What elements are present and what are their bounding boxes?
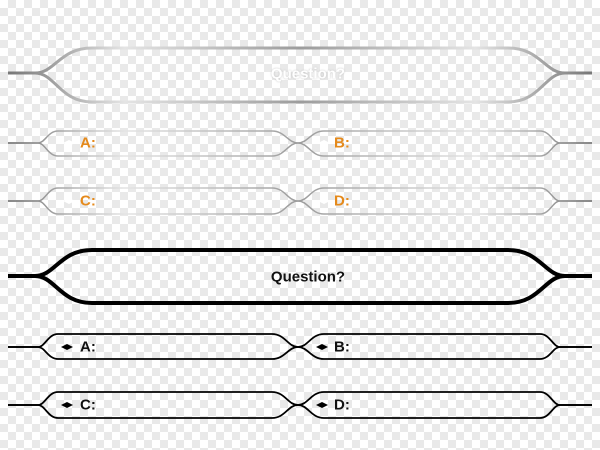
diamond-icon bbox=[61, 402, 73, 408]
diamond-icon bbox=[318, 198, 330, 204]
diamond-icon bbox=[63, 140, 75, 146]
dark-question-label[interactable]: Question? bbox=[271, 270, 345, 285]
diamond-icon bbox=[318, 140, 330, 146]
diamond-icon bbox=[316, 344, 328, 350]
silver-option-c[interactable]: C: bbox=[80, 194, 96, 209]
dark-option-a[interactable]: A: bbox=[80, 340, 96, 355]
silver-option-d[interactable]: D: bbox=[334, 194, 350, 209]
quiz-template-canvas: Question? A: B: C: D: Question? A: B: C:… bbox=[0, 0, 600, 450]
silver-option-a[interactable]: A: bbox=[80, 136, 96, 151]
diamond-icon bbox=[63, 198, 75, 204]
diamond-icon bbox=[61, 344, 73, 350]
dark-option-d[interactable]: D: bbox=[334, 398, 350, 413]
dark-diamond-bullets bbox=[61, 344, 328, 408]
silver-option-b[interactable]: B: bbox=[334, 136, 350, 151]
silver-diamond-bullets bbox=[63, 140, 330, 204]
dark-option-b[interactable]: B: bbox=[334, 340, 350, 355]
diamond-icon bbox=[316, 402, 328, 408]
silver-question-label[interactable]: Question? bbox=[271, 67, 345, 82]
dark-option-c[interactable]: C: bbox=[80, 398, 96, 413]
